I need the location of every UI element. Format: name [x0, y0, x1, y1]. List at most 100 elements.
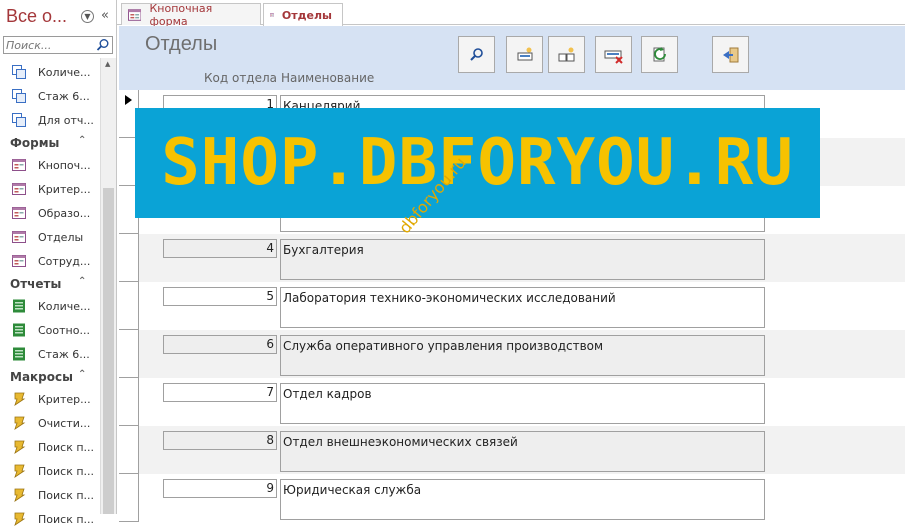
nav-title[interactable]: Все о... — [6, 6, 67, 27]
macro-icon — [12, 464, 26, 478]
form-icon — [270, 8, 274, 22]
department-name-field[interactable]: Бухгалтерия — [280, 239, 765, 280]
form-icon — [12, 182, 26, 196]
navigation-pane: Все о... ▼ « Количе... Стаж 6... Для отч..… — [0, 0, 117, 514]
nav-item-label: Сотруд... — [38, 255, 90, 268]
nav-item-label: Стаж 6... — [38, 90, 90, 103]
record-selector[interactable] — [119, 426, 139, 474]
add-record-button[interactable] — [548, 36, 585, 73]
form-icon — [12, 230, 26, 244]
refresh-button[interactable] — [641, 36, 678, 73]
nav-item[interactable]: Стаж 6... — [0, 342, 100, 366]
nav-item-label: Количе... — [38, 66, 90, 79]
delete-record-icon — [603, 45, 625, 65]
tab-label: Отделы — [282, 9, 332, 22]
nav-item[interactable]: Количе... — [0, 60, 100, 84]
department-id-field[interactable]: 6 — [163, 335, 277, 354]
query-icon — [12, 65, 26, 79]
nav-group-label: Макросы — [10, 370, 73, 384]
query-icon — [12, 89, 26, 103]
add-record-icon — [557, 45, 577, 65]
tab-knopochnaya-forma[interactable]: Кнопочная форма — [121, 3, 261, 25]
nav-item-label: Очисти... — [38, 417, 90, 430]
chevron-down-icon[interactable]: ▼ — [81, 10, 94, 23]
nav-item[interactable]: Кнопоч... — [0, 153, 100, 177]
exit-button[interactable] — [712, 36, 749, 73]
watermark-banner: SHOP.DBFORYOU.RU — [135, 108, 820, 218]
exit-icon — [721, 45, 741, 65]
collapse-nav-icon[interactable]: « — [101, 8, 109, 23]
macro-icon — [12, 416, 26, 430]
scroll-up-icon[interactable]: ▲ — [105, 60, 110, 68]
nav-scrollbar[interactable]: ▲ — [100, 58, 116, 514]
nav-item[interactable]: Образо... — [0, 201, 100, 225]
nav-search-input[interactable] — [4, 37, 92, 53]
chevron-up-icon[interactable]: ⌃ — [78, 369, 86, 380]
department-name-field[interactable]: Лаборатория технико-экономических исслед… — [280, 287, 765, 328]
nav-item[interactable]: Поиск п... — [0, 459, 100, 483]
nav-group-header[interactable]: Формы⌃ — [0, 132, 100, 153]
record-row: 5Лаборатория технико-экономических иссле… — [119, 282, 905, 330]
nav-item[interactable]: Поиск п... — [0, 507, 100, 531]
nav-item-label: Для отч... — [38, 114, 94, 127]
record-row: 8Отдел внешнеэкономических связей — [119, 426, 905, 474]
record-row: 9Юридическая служба — [119, 474, 905, 522]
department-name-field[interactable]: Отдел кадров — [280, 383, 765, 424]
form-header: Отделы Код отдела Наименование — [119, 26, 905, 90]
scrollbar-thumb[interactable] — [103, 188, 114, 514]
department-id-field[interactable]: 7 — [163, 383, 277, 402]
chevron-up-icon[interactable]: ⌃ — [78, 135, 86, 146]
form-icon — [12, 206, 26, 220]
department-id-field[interactable]: 8 — [163, 431, 277, 450]
nav-search-box — [3, 36, 113, 54]
delete-record-button[interactable] — [595, 36, 632, 73]
nav-item[interactable]: Стаж 6... — [0, 84, 100, 108]
current-record-arrow-icon — [125, 95, 132, 105]
nav-item[interactable]: Соотно... — [0, 318, 100, 342]
column-header-name: Наименование — [281, 71, 374, 85]
record-selector[interactable] — [119, 330, 139, 378]
nav-group-header[interactable]: Макросы ⌃ — [0, 366, 100, 387]
main-area: Кнопочная форма Отделы Отделы Код отдела… — [117, 0, 905, 514]
nav-item[interactable]: Количе... — [0, 294, 100, 318]
nav-header: Все о... ▼ « — [0, 0, 116, 34]
department-name-field[interactable]: Отдел внешнеэкономических связей — [280, 431, 765, 472]
nav-item[interactable]: Отделы — [0, 225, 100, 249]
record-row: 4Бухгалтерия — [119, 234, 905, 282]
watermark-banner-text: SHOP.DBFORYOU.RU — [161, 126, 794, 200]
chevron-up-icon[interactable]: ⌃ — [78, 276, 86, 287]
department-id-field[interactable]: 5 — [163, 287, 277, 306]
record-selector[interactable] — [119, 474, 139, 522]
nav-item[interactable]: Критер... — [0, 387, 100, 411]
department-name-field[interactable]: Служба оперативного управления производс… — [280, 335, 765, 376]
record-selector[interactable] — [119, 378, 139, 426]
macro-icon — [12, 488, 26, 502]
nav-item-label: Образо... — [38, 207, 90, 220]
refresh-icon — [650, 45, 670, 65]
report-icon — [12, 299, 26, 313]
tab-otdely[interactable]: Отделы — [263, 3, 343, 26]
macro-icon — [12, 440, 26, 454]
nav-item[interactable]: Очисти... — [0, 411, 100, 435]
record-row: 7Отдел кадров — [119, 378, 905, 426]
find-button[interactable] — [458, 36, 495, 73]
nav-item[interactable]: Поиск п... — [0, 435, 100, 459]
department-id-field[interactable]: 4 — [163, 239, 277, 258]
record-selector[interactable] — [119, 234, 139, 282]
nav-item-label: Поиск п... — [38, 465, 94, 478]
document-tabs: Кнопочная форма Отделы — [117, 0, 905, 25]
nav-group-header[interactable]: Отчеты ⌃ — [0, 273, 100, 294]
department-id-field[interactable]: 9 — [163, 479, 277, 498]
search-icon[interactable] — [96, 38, 110, 52]
column-header-id: Код отдела — [204, 71, 277, 85]
nav-group-label: Отчеты — [10, 277, 61, 291]
nav-item-label: Поиск п... — [38, 513, 94, 526]
nav-item-label: Стаж 6... — [38, 348, 90, 361]
record-selector[interactable] — [119, 282, 139, 330]
new-record-button[interactable] — [506, 36, 543, 73]
nav-item[interactable]: Поиск п... — [0, 483, 100, 507]
nav-item[interactable]: Сотруд... — [0, 249, 100, 273]
nav-item[interactable]: Критер... — [0, 177, 100, 201]
nav-item[interactable]: Для отч... — [0, 108, 100, 132]
macro-icon — [12, 392, 26, 406]
